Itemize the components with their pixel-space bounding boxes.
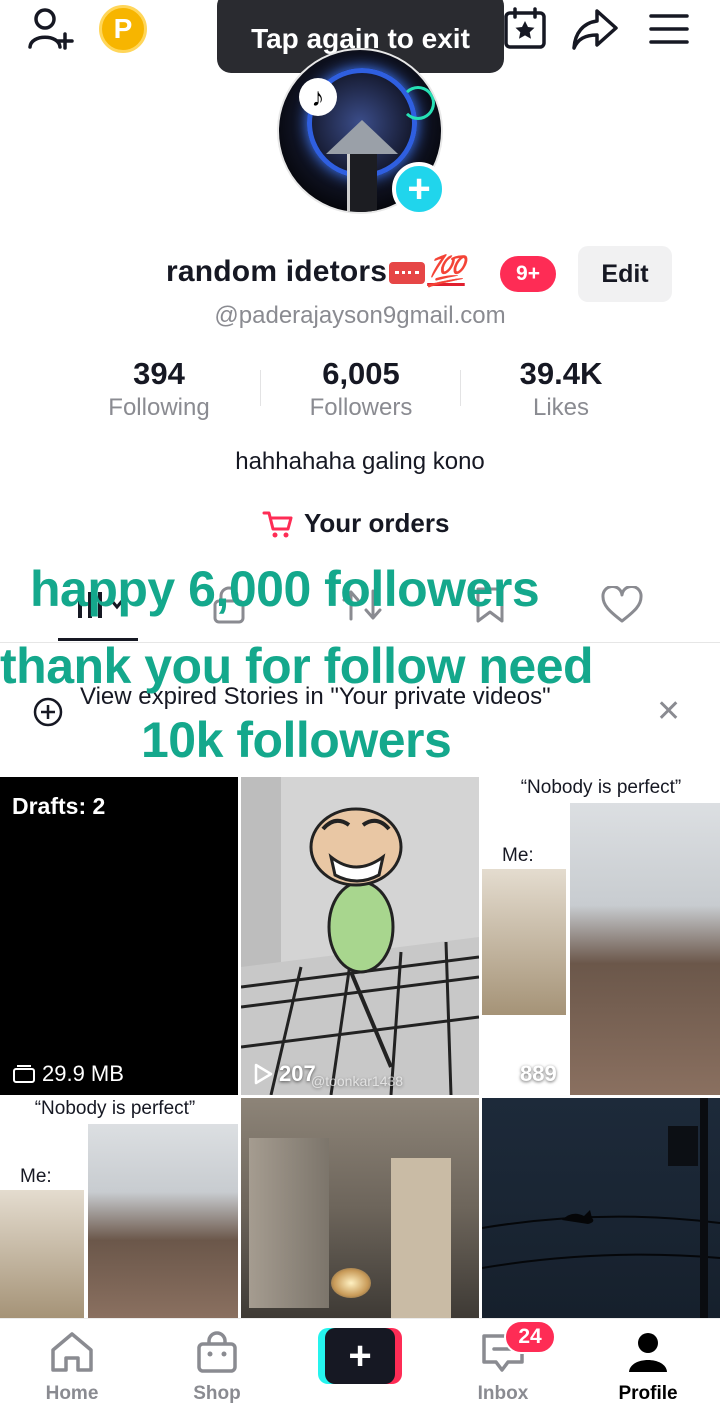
- nav-profile[interactable]: Profile: [588, 1330, 708, 1405]
- add-friend-icon[interactable]: [26, 4, 76, 54]
- create-button[interactable]: +: [318, 1328, 402, 1384]
- video-thumbnail[interactable]: [241, 1098, 479, 1318]
- nav-profile-label: Profile: [618, 1383, 678, 1404]
- overlay-caption-line-1: happy 6,000 followers: [30, 561, 540, 617]
- add-story-button[interactable]: +: [392, 162, 446, 216]
- video-thumbnail[interactable]: “Nobody is perfect” Me:: [0, 1098, 238, 1318]
- tiktok-logo-icon: ♪: [299, 78, 337, 116]
- inbox-count-badge: 24: [504, 1320, 556, 1354]
- cat-photo: [482, 869, 566, 1015]
- video-thumbnail[interactable]: [482, 1098, 720, 1318]
- likes-count: 39.4K: [519, 356, 603, 391]
- play-icon: [254, 1063, 273, 1085]
- nav-home-label: Home: [45, 1383, 99, 1404]
- nav-inbox-label: Inbox: [477, 1383, 529, 1404]
- create-plus-icon: +: [325, 1328, 395, 1384]
- notification-badge[interactable]: 9+: [500, 256, 556, 292]
- close-icon[interactable]: ✕: [656, 694, 681, 729]
- display-name-row: random idetors 💯: [166, 254, 465, 289]
- liked-heart-icon[interactable]: [597, 582, 647, 628]
- avatar-hat: [326, 120, 398, 154]
- meme-me-label: Me:: [502, 845, 534, 866]
- lamp-glow: [331, 1268, 371, 1298]
- avatar-neon-shape: [401, 86, 435, 120]
- person-photo: [88, 1124, 238, 1318]
- drafts-tile[interactable]: Drafts: 2 29.9 MB: [0, 777, 238, 1095]
- coin-icon[interactable]: P: [99, 5, 147, 53]
- play-icon: [495, 1063, 514, 1085]
- view-count: 889: [520, 1061, 557, 1086]
- view-count-row: 207: [253, 1061, 316, 1087]
- drafts-label: Drafts: 2: [12, 793, 106, 819]
- stat-following[interactable]: 394 Following: [69, 356, 249, 422]
- username-handle: @paderajayson9gmail.com: [214, 302, 506, 329]
- calendar-star-icon[interactable]: [500, 4, 550, 54]
- avatar-figure: [347, 154, 377, 212]
- power-line-art: [482, 1098, 720, 1318]
- share-icon[interactable]: [570, 4, 620, 54]
- stat-followers[interactable]: 6,005 Followers: [271, 356, 451, 422]
- hundred-emoji: 💯: [427, 255, 465, 288]
- display-name: random idetors: [166, 255, 388, 288]
- meme-me-label: Me:: [20, 1166, 52, 1187]
- coin-label: P: [113, 13, 133, 44]
- stat-divider: [460, 370, 461, 406]
- your-orders-link[interactable]: Your orders: [262, 508, 449, 539]
- doorway: [391, 1158, 451, 1318]
- window-curtain: [249, 1138, 329, 1308]
- following-label: Following: [108, 394, 210, 421]
- nav-home[interactable]: Home: [12, 1330, 132, 1405]
- folder-icon: [13, 1065, 35, 1083]
- cat-photo: [0, 1190, 84, 1318]
- cart-icon: [262, 511, 293, 537]
- cartoon-thumbnail-art: [241, 777, 479, 1095]
- following-count: 394: [133, 356, 185, 391]
- nav-shop-label: Shop: [193, 1383, 241, 1404]
- edit-profile-button[interactable]: Edit: [578, 246, 672, 302]
- view-count-row: 889: [494, 1061, 557, 1087]
- nav-shop[interactable]: Shop: [157, 1330, 277, 1405]
- your-orders-label: Your orders: [304, 508, 450, 538]
- meme-caption: “Nobody is perfect”: [520, 777, 682, 798]
- drafts-size: 29.9 MB: [42, 1061, 124, 1086]
- drafts-size-row: 29.9 MB: [12, 1061, 124, 1087]
- stat-divider: [260, 370, 261, 406]
- likes-label: Likes: [532, 394, 590, 421]
- shop-bag-icon: [197, 1331, 237, 1373]
- followers-label: Followers: [309, 394, 413, 421]
- menu-icon[interactable]: [644, 4, 694, 54]
- video-thumbnail[interactable]: 207 @toonkar1438: [241, 777, 479, 1095]
- video-thumbnail[interactable]: “Nobody is perfect” Me: 889: [482, 777, 720, 1095]
- overlay-caption-line-3: 10k followers: [141, 712, 452, 768]
- add-story-icon: [32, 696, 64, 733]
- stat-likes[interactable]: 39.4K Likes: [471, 356, 651, 422]
- home-icon: [51, 1332, 93, 1372]
- bio-text: hahhahaha galing kono: [235, 448, 485, 475]
- ticket-icon: [389, 262, 426, 285]
- profile-icon: [629, 1333, 667, 1372]
- overlay-caption-line-2: thank you for follow need: [0, 638, 594, 694]
- watermark: @toonkar1438: [311, 1073, 404, 1089]
- followers-count: 6,005: [322, 356, 400, 391]
- meme-caption: “Nobody is perfect”: [34, 1098, 196, 1119]
- person-photo: [570, 803, 720, 1095]
